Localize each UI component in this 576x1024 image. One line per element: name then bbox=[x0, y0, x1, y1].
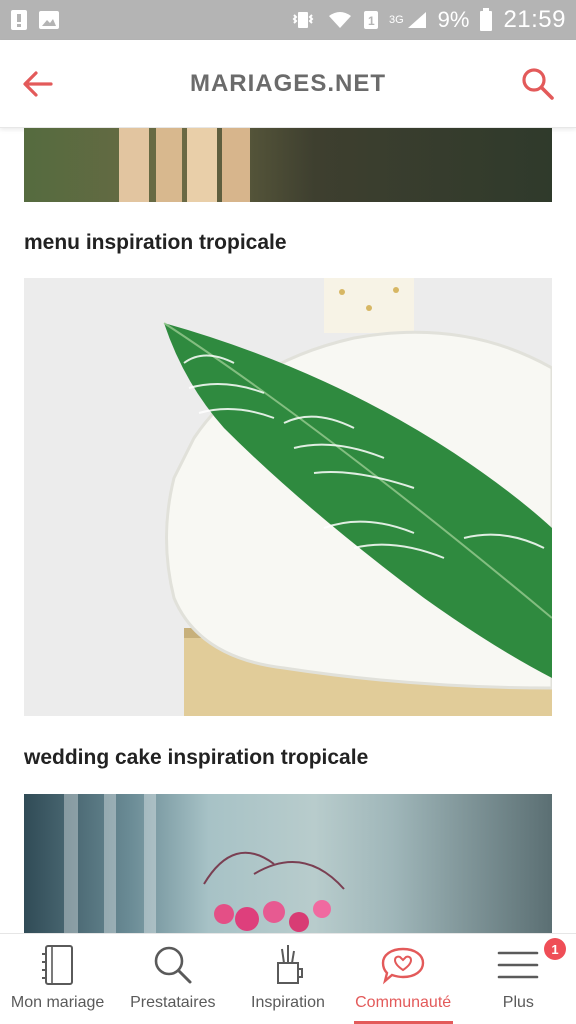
nav-item-plus[interactable]: Plus 1 bbox=[461, 934, 576, 1024]
nav-label: Prestataires bbox=[130, 994, 216, 1011]
flowers-illustration bbox=[64, 794, 345, 934]
nav-item-mon-mariage[interactable]: Mon mariage bbox=[0, 934, 115, 1024]
nav-item-communaute[interactable]: Communauté bbox=[346, 934, 461, 1024]
pencil-cup-icon bbox=[263, 940, 313, 990]
search-button[interactable] bbox=[516, 62, 560, 106]
notification-icon bbox=[10, 9, 28, 31]
back-button[interactable] bbox=[16, 62, 60, 106]
search-icon bbox=[522, 67, 554, 100]
search-icon bbox=[148, 940, 198, 990]
menu-leaf-illustration bbox=[24, 278, 552, 716]
menu-image[interactable] bbox=[24, 278, 552, 716]
notebook-icon bbox=[33, 940, 83, 990]
caption-menu: menu inspiration tropicale bbox=[24, 231, 287, 254]
status-bar: 1 3G 9% 21:59 bbox=[0, 0, 576, 40]
cake-image[interactable] bbox=[24, 794, 552, 934]
nav-label: Plus bbox=[502, 994, 534, 1011]
battery-percent: 9% bbox=[437, 7, 470, 32]
wifi-icon bbox=[327, 10, 353, 30]
chat-heart-icon bbox=[378, 940, 428, 990]
network-type: 3G bbox=[388, 14, 404, 26]
article-content[interactable]: menu inspiration tropicale wedding cake … bbox=[0, 128, 576, 934]
bottom-nav: Mon mariage Prestataires Inspiration Com… bbox=[0, 933, 576, 1024]
gallery-icon bbox=[38, 10, 60, 30]
clock: 21:59 bbox=[503, 6, 566, 33]
vibrate-icon bbox=[289, 10, 317, 30]
nav-item-prestataires[interactable]: Prestataires bbox=[115, 934, 230, 1024]
caption-cake: wedding cake inspiration tropicale bbox=[24, 746, 369, 769]
app-bar: MARIAGES.NET bbox=[0, 40, 576, 128]
app-title: MARIAGES.NET bbox=[189, 69, 386, 97]
notification-badge: 1 bbox=[543, 938, 566, 960]
signal-icon: 3G bbox=[389, 10, 428, 30]
nav-label: Inspiration bbox=[251, 994, 325, 1011]
candle bbox=[187, 128, 217, 202]
candle bbox=[119, 128, 149, 202]
candle bbox=[222, 128, 250, 202]
nav-label: Mon mariage bbox=[10, 994, 105, 1011]
menu-icon bbox=[493, 940, 543, 990]
status-right: 1 3G 9% 21:59 bbox=[289, 6, 566, 34]
battery-icon bbox=[479, 8, 493, 32]
candle bbox=[156, 128, 182, 202]
svg-text:1: 1 bbox=[368, 14, 375, 28]
back-arrow-icon bbox=[23, 70, 53, 97]
sim-icon: 1 bbox=[363, 10, 379, 30]
status-left bbox=[10, 9, 60, 31]
nav-item-inspiration[interactable]: Inspiration bbox=[230, 934, 345, 1024]
candles-image[interactable] bbox=[24, 128, 552, 202]
nav-label: Communauté bbox=[355, 994, 452, 1011]
